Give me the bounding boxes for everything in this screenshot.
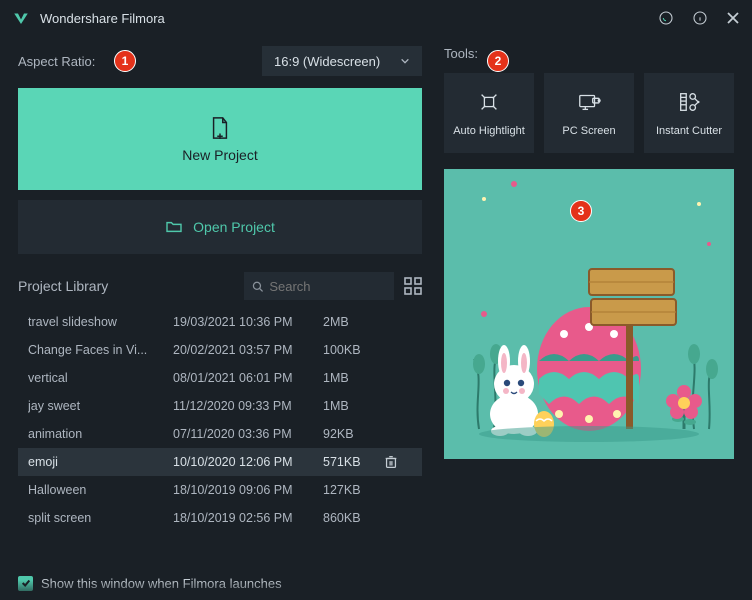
tool-label: Auto Hightlight xyxy=(453,125,525,137)
chevron-down-icon xyxy=(400,56,410,66)
app-title: Wondershare Filmora xyxy=(40,11,658,26)
grid-icon xyxy=(404,277,422,295)
show-on-launch-label: Show this window when Filmora launches xyxy=(41,576,282,591)
library-row[interactable]: emoji10/10/2020 12:06 PM571KB xyxy=(18,448,422,476)
tool-auto-highlight[interactable]: Auto Hightlight xyxy=(444,73,534,153)
library-title: Project Library xyxy=(18,278,108,294)
library-item-date: 18/10/2019 02:56 PM xyxy=(173,511,323,525)
library-item-date: 11/12/2020 09:33 PM xyxy=(173,399,323,413)
library-item-date: 20/02/2021 03:57 PM xyxy=(173,343,323,357)
preview-thumbnail[interactable] xyxy=(444,169,734,459)
library-item-date: 07/11/2020 03:36 PM xyxy=(173,427,323,441)
library-row[interactable]: Change Faces in Vi...20/02/2021 03:57 PM… xyxy=(18,336,422,364)
library-item-date: 08/01/2021 06:01 PM xyxy=(173,371,323,385)
search-input[interactable] xyxy=(269,279,386,294)
library-row[interactable]: travel slideshow19/03/2021 10:36 PM2MB xyxy=(18,308,422,336)
search-icon xyxy=(252,280,263,293)
library-item-size: 2MB xyxy=(323,315,383,329)
library-row[interactable]: vertical08/01/2021 06:01 PM1MB xyxy=(18,364,422,392)
library-item-name: jay sweet xyxy=(28,399,173,413)
app-logo-icon xyxy=(12,9,30,27)
tools-label: Tools: xyxy=(444,46,734,61)
library-item-name: Change Faces in Vi... xyxy=(28,343,173,357)
library-row[interactable]: split screen18/10/2019 02:56 PM860KB xyxy=(18,504,422,532)
auto-highlight-icon xyxy=(477,90,501,117)
open-project-label: Open Project xyxy=(193,219,275,235)
new-project-button[interactable]: New Project xyxy=(18,88,422,190)
info-icon[interactable] xyxy=(692,10,708,26)
close-icon[interactable] xyxy=(726,11,740,25)
tool-instant-cutter[interactable]: Instant Cutter xyxy=(644,73,734,153)
open-project-button[interactable]: Open Project xyxy=(18,200,422,254)
library-item-date: 10/10/2020 12:06 PM xyxy=(173,455,323,469)
preview-image xyxy=(444,169,734,459)
library-item-size: 571KB xyxy=(323,455,383,469)
library-item-size: 860KB xyxy=(323,511,383,525)
tool-pc-screen[interactable]: PC Screen xyxy=(544,73,634,153)
new-project-icon xyxy=(209,115,231,141)
library-list[interactable]: travel slideshow19/03/2021 10:36 PM2MBCh… xyxy=(18,308,432,566)
tool-label: Instant Cutter xyxy=(656,125,722,137)
delete-icon[interactable] xyxy=(383,454,399,470)
search-wrap[interactable] xyxy=(244,272,394,300)
aspect-ratio-value: 16:9 (Widescreen) xyxy=(274,54,380,69)
instant-cutter-icon xyxy=(677,90,701,117)
library-item-date: 18/10/2019 09:06 PM xyxy=(173,483,323,497)
tool-label: PC Screen xyxy=(562,125,615,137)
library-item-size: 1MB xyxy=(323,371,383,385)
library-item-size: 1MB xyxy=(323,399,383,413)
library-item-name: emoji xyxy=(28,455,173,469)
aspect-ratio-label: Aspect Ratio: xyxy=(18,54,95,69)
folder-icon xyxy=(165,220,183,234)
library-item-name: animation xyxy=(28,427,173,441)
library-item-size: 92KB xyxy=(323,427,383,441)
library-row[interactable]: Halloween18/10/2019 09:06 PM127KB xyxy=(18,476,422,504)
library-item-size: 127KB xyxy=(323,483,383,497)
library-item-name: travel slideshow xyxy=(28,315,173,329)
grid-view-button[interactable] xyxy=(404,277,422,295)
check-icon xyxy=(21,578,31,588)
library-item-name: split screen xyxy=(28,511,173,525)
library-row[interactable]: jay sweet11/12/2020 09:33 PM1MB xyxy=(18,392,422,420)
checkbox-box xyxy=(18,576,33,591)
library-item-name: vertical xyxy=(28,371,173,385)
library-item-size: 100KB xyxy=(323,343,383,357)
library-item-date: 19/03/2021 10:36 PM xyxy=(173,315,323,329)
library-item-name: Halloween xyxy=(28,483,173,497)
aspect-ratio-select[interactable]: 16:9 (Widescreen) xyxy=(262,46,422,76)
support-icon[interactable] xyxy=(658,10,674,26)
show-on-launch-checkbox[interactable]: Show this window when Filmora launches xyxy=(18,576,282,591)
pc-screen-icon xyxy=(577,90,601,117)
new-project-label: New Project xyxy=(182,147,257,163)
titlebar: Wondershare Filmora xyxy=(0,0,752,36)
library-row[interactable]: animation07/11/2020 03:36 PM92KB xyxy=(18,420,422,448)
